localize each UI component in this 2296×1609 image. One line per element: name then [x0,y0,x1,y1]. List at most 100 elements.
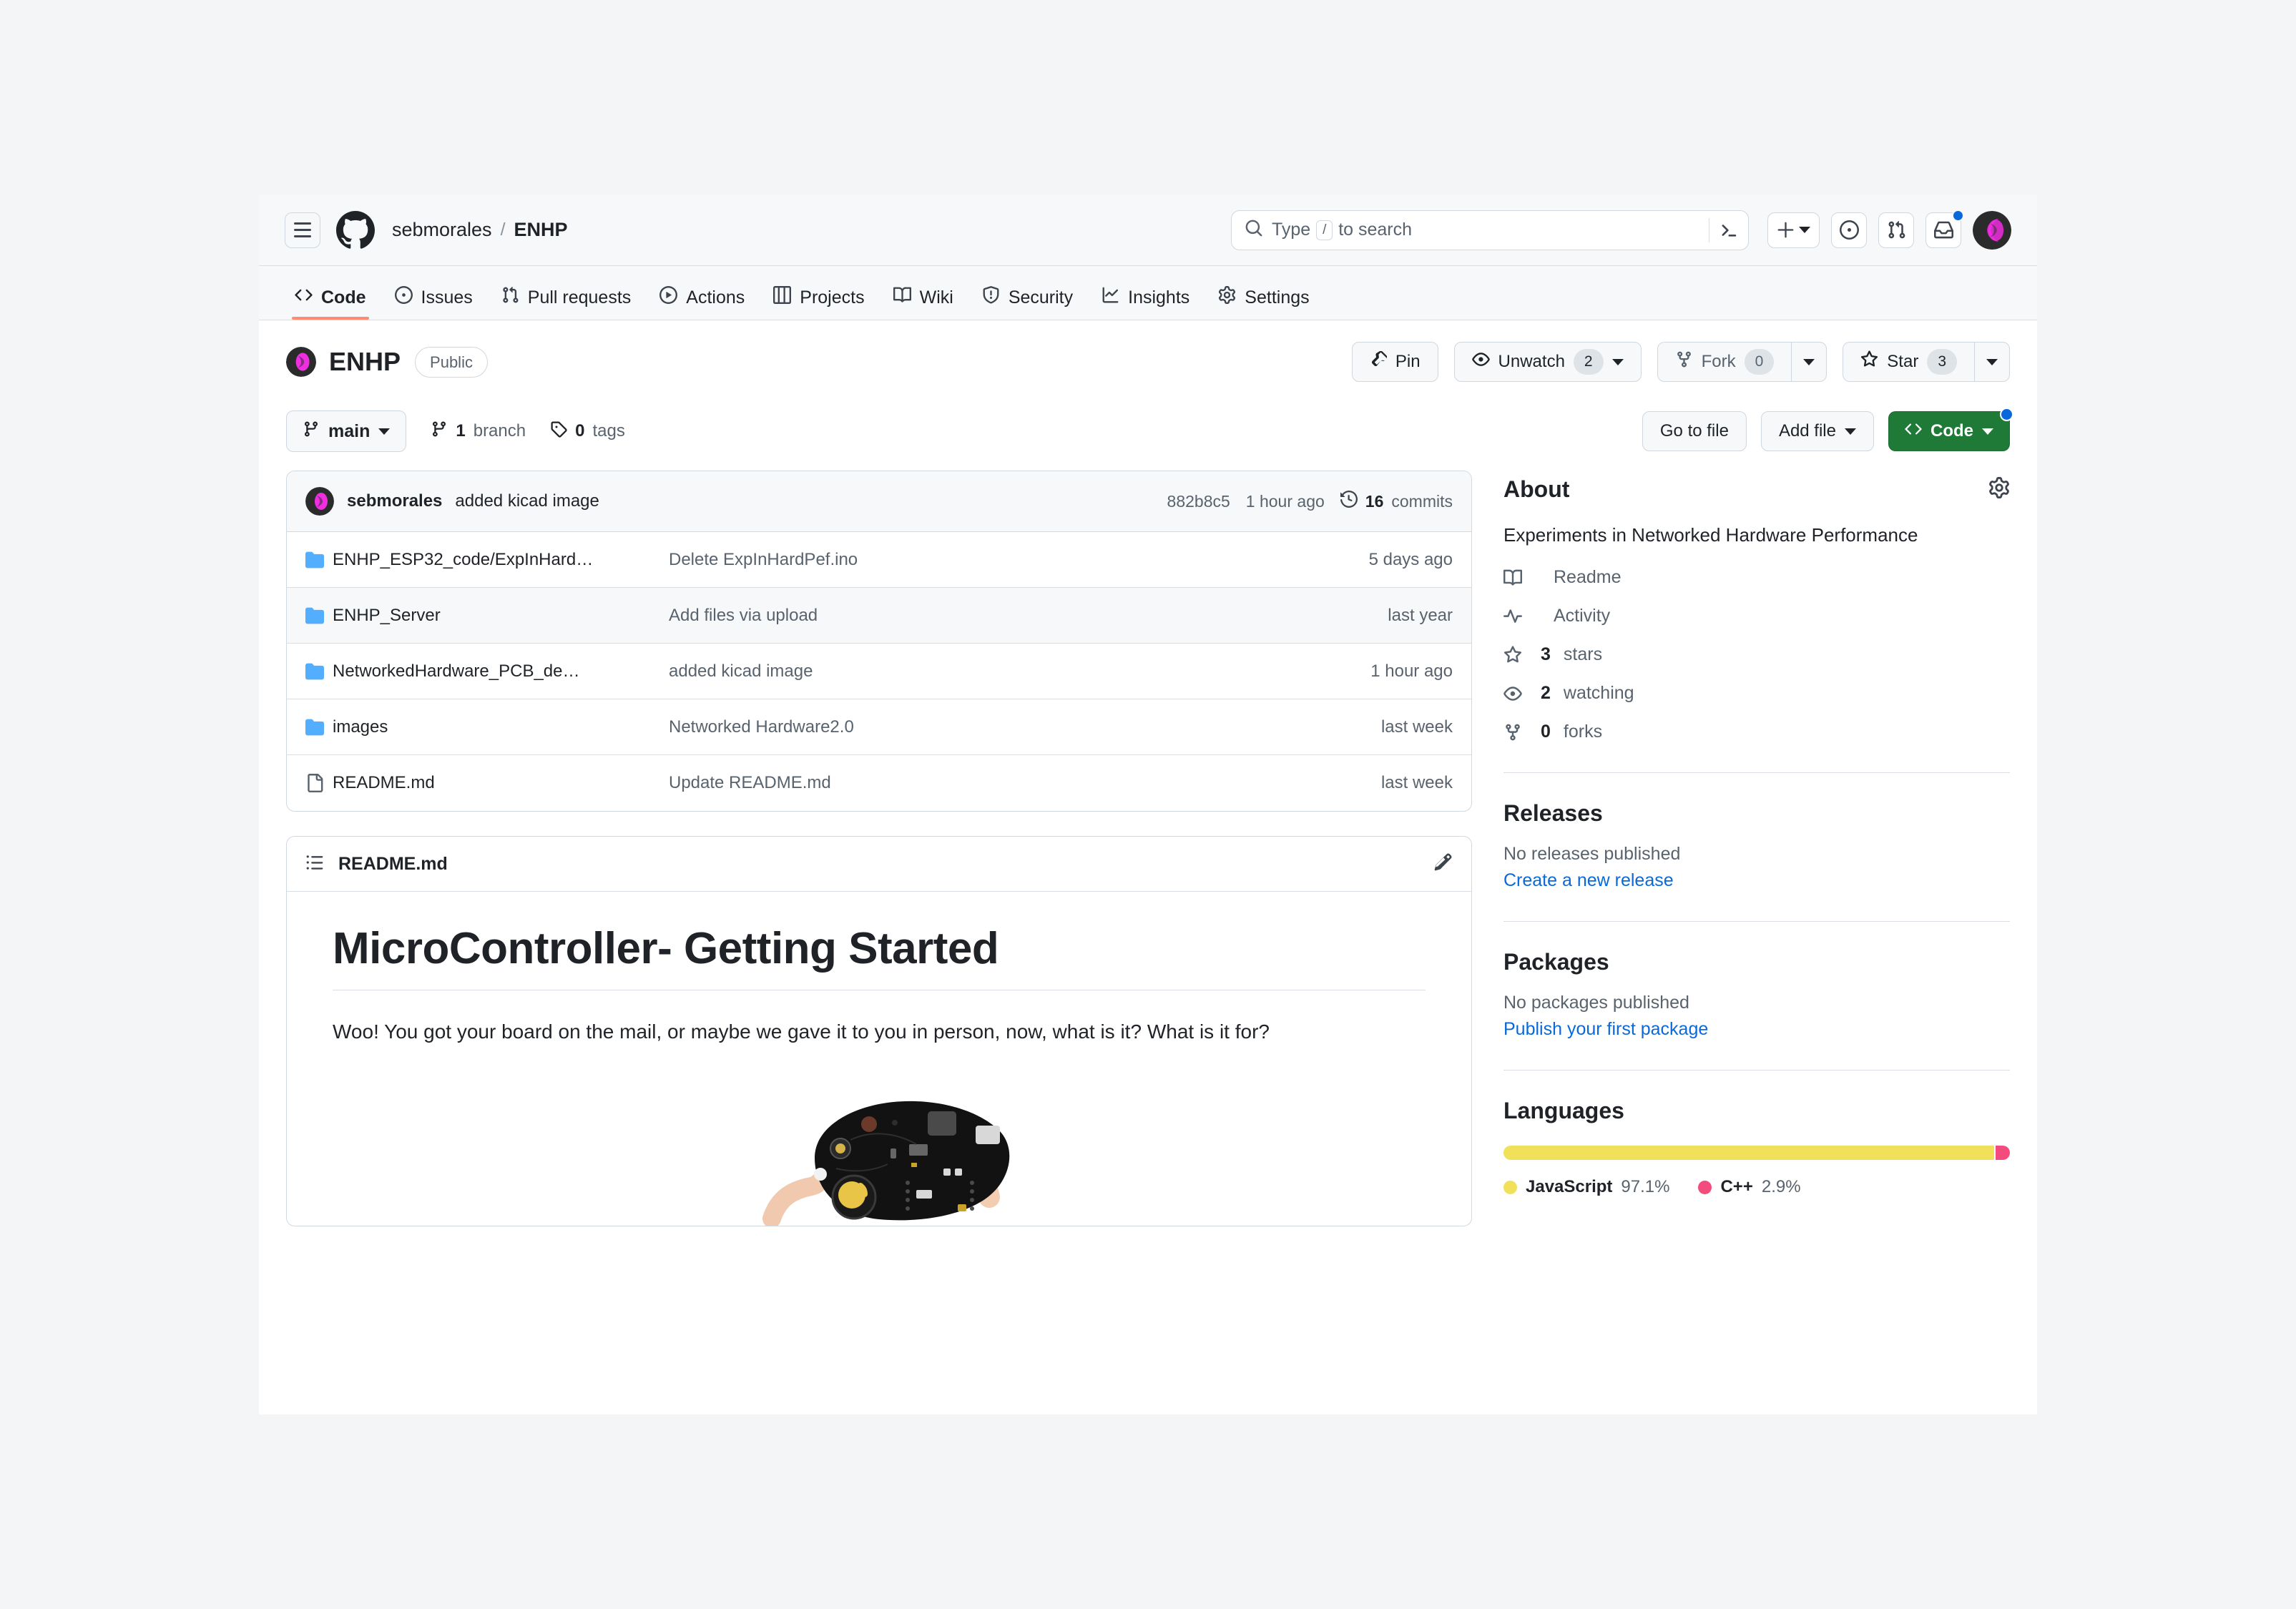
github-mark-icon[interactable] [336,210,375,250]
file-name[interactable]: ENHP_ESP32_code/ExpInHard… [333,550,669,570]
about-stars-count: 3 [1541,644,1551,664]
readme-image [333,1083,1426,1226]
file-commit-message[interactable]: Add files via upload [669,606,1388,626]
your-issues-button[interactable] [1831,212,1867,248]
pin-button[interactable]: Pin [1351,342,1438,382]
tag-icon [550,420,567,443]
about-stars-link[interactable]: 3 stars [1503,644,2010,665]
header-actions [1767,209,2011,250]
table-row[interactable]: images Networked Hardware2.0 last week [287,699,1471,755]
branches-link[interactable]: 1 branch [431,420,526,443]
tags-link[interactable]: 0 tags [550,420,625,443]
table-row[interactable]: ENHP_Server Add files via upload last ye… [287,588,1471,644]
go-to-file-button[interactable]: Go to file [1642,411,1747,451]
about-watching-label: watching [1563,683,1634,703]
create-new-button[interactable] [1767,212,1820,248]
file-commit-message[interactable]: Delete ExpInHardPef.ino [669,550,1369,570]
avatar[interactable] [1973,210,2011,250]
list-item[interactable]: C++ 2.9% [1698,1177,1801,1197]
unwatch-button[interactable]: Unwatch 2 [1453,342,1642,382]
gear-icon[interactable] [1988,477,2010,502]
tab-code[interactable]: Code [282,275,379,320]
language-segment-javascript[interactable] [1503,1146,1994,1160]
code-label: Code [1930,421,1973,441]
table-row[interactable]: ENHP_ESP32_code/ExpInHard… Delete ExpInH… [287,532,1471,588]
about-readme-link[interactable]: Readme [1503,567,2010,588]
gear-icon [1218,286,1236,309]
branch-word: branch [473,421,526,441]
pencil-icon[interactable] [1433,852,1453,875]
tab-security[interactable]: Security [969,275,1086,320]
about-activity-link[interactable]: Activity [1503,606,2010,626]
repo-owner-avatar[interactable] [286,347,316,377]
tab-pull-requests[interactable]: Pull requests [489,275,644,320]
issue-opened-icon [394,286,413,309]
about-description: Experiments in Networked Hardware Perfor… [1503,524,1918,546]
tab-insights[interactable]: Insights [1089,275,1202,320]
packages-title: Packages [1503,949,1609,975]
search-input[interactable]: Type / to search [1231,210,1749,250]
tab-actions[interactable]: Actions [647,275,757,320]
divider [1503,921,2010,922]
fork-dropdown-button[interactable] [1791,342,1828,382]
create-release-link[interactable]: Create a new release [1503,870,2010,891]
file-age: last year [1388,605,1453,625]
hamburger-menu-icon[interactable] [285,212,320,248]
star-icon [1860,350,1878,373]
tab-settings[interactable]: Settings [1205,275,1322,320]
code-icon [1905,420,1922,443]
search-placeholder: Type / to search [1272,220,1413,240]
folder-icon [305,662,333,681]
about-forks-link[interactable]: 0 forks [1503,722,2010,742]
notifications-inbox-button[interactable] [1925,209,1964,248]
table-row[interactable]: NetworkedHardware_PCB_de… added kicad im… [287,644,1471,699]
publish-package-link[interactable]: Publish your first package [1503,1019,2010,1040]
star-dropdown-button[interactable] [1974,342,2010,382]
file-commit-message[interactable]: Networked Hardware2.0 [669,717,1381,737]
tab-label: Actions [686,287,745,307]
file-commit-message[interactable]: added kicad image [669,661,1370,682]
code-button[interactable]: Code [1888,408,2013,451]
file-commit-message[interactable]: Update README.md [669,773,1381,793]
commit-time: 1 hour ago [1245,491,1325,511]
commit-message[interactable]: added kicad image [455,491,599,511]
your-pull-requests-button[interactable] [1878,212,1914,248]
add-file-button[interactable]: Add file [1760,411,1874,451]
history-icon [1340,490,1358,512]
tab-projects[interactable]: Projects [760,275,877,320]
tab-wiki[interactable]: Wiki [880,275,966,320]
file-name[interactable]: README.md [333,773,669,793]
fork-button[interactable]: Fork 0 [1657,342,1792,382]
branch-selector[interactable]: main [286,410,407,452]
file-name[interactable]: images [333,717,669,737]
page-title[interactable]: ENHP [329,347,401,377]
tab-label: Security [1008,287,1074,307]
commits-count-link[interactable]: 16 commits [1340,490,1453,512]
language-color-dot [1698,1180,1712,1194]
commit-author[interactable]: sebmorales [347,491,442,511]
table-icon [773,286,792,309]
tab-label: Code [321,287,366,307]
list-unordered-icon[interactable] [305,853,324,875]
commit-author-avatar[interactable] [305,487,334,516]
list-item[interactable]: JavaScript 97.1% [1503,1177,1669,1197]
tab-issues[interactable]: Issues [382,275,486,320]
commit-sha[interactable]: 882b8c5 [1167,492,1230,511]
breadcrumb-owner[interactable]: sebmorales [392,219,492,241]
file-name[interactable]: ENHP_Server [333,606,669,626]
pin-label: Pin [1395,352,1421,371]
table-row[interactable]: README.md Update README.md last week [287,755,1471,811]
readme-header: README.md [287,837,1471,892]
releases-empty-text: No releases published [1503,844,1681,864]
tab-label: Issues [421,287,473,307]
watch-count: 2 [1573,349,1604,375]
star-count: 3 [1927,349,1957,375]
commits-count: 16 [1365,491,1384,511]
about-watching-link[interactable]: 2 watching [1503,683,2010,704]
star-button[interactable]: Star 3 [1843,342,1974,382]
file-toolbar-actions: Go to file Add file Code [1642,408,2013,451]
breadcrumb-repo[interactable]: ENHP [514,219,568,241]
file-name[interactable]: NetworkedHardware_PCB_de… [333,661,669,682]
language-segment-cpp[interactable] [1995,1146,2010,1160]
command-palette-icon[interactable] [1709,217,1738,242]
